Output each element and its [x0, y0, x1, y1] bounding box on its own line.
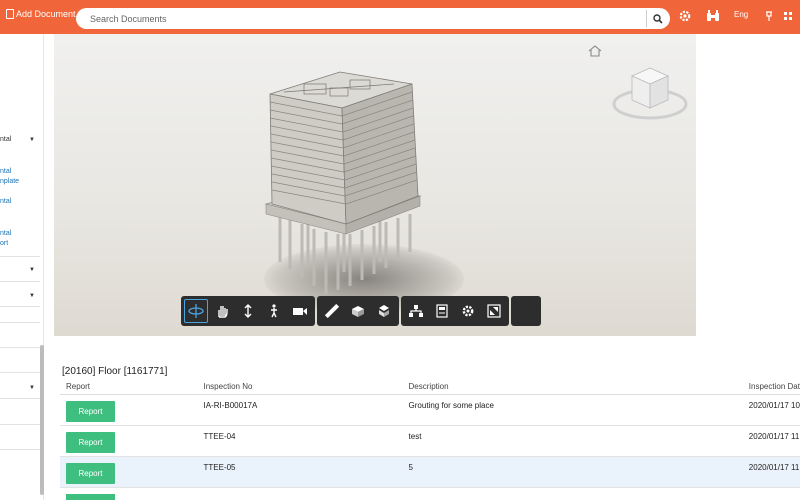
sidebar-link[interactable]: ntal: [0, 167, 11, 177]
properties-button[interactable]: [430, 299, 454, 323]
report-button[interactable]: Report: [66, 400, 115, 422]
table-row[interactable]: Report IA-RI-B00017A Grouting for some p…: [60, 394, 800, 426]
search-icon: [652, 13, 663, 24]
zoom-icon: [244, 304, 252, 318]
language-selector[interactable]: Eng: [734, 10, 748, 19]
sidebar-link[interactable]: nplate: [0, 177, 19, 187]
pin-icon: [766, 11, 772, 21]
properties-icon: [436, 304, 448, 318]
divider: [0, 306, 40, 307]
grid-icon: [784, 12, 792, 20]
camera-icon: [293, 308, 307, 315]
add-document-button[interactable]: Add Document: [6, 9, 76, 19]
fullscreen-button[interactable]: [482, 299, 506, 323]
model-browser-button[interactable]: [404, 299, 428, 323]
divider: [0, 322, 40, 323]
walk-button[interactable]: [262, 299, 286, 323]
fullscreen-icon: [487, 304, 501, 318]
inspection-date: 2020/01/17 10: [742, 394, 800, 426]
model-browser-icon: [409, 305, 423, 317]
home-icon[interactable]: [588, 45, 602, 57]
add-document-label: Add Document: [16, 9, 76, 19]
section-icon: [352, 306, 364, 317]
sidebar-section-label: ntal: [0, 136, 12, 143]
column-header: Description: [402, 379, 743, 395]
divider: [0, 281, 40, 282]
settings-tool-button[interactable]: [456, 299, 480, 323]
inspection-no: TTEE-04: [197, 425, 403, 457]
extra-tools: [511, 296, 541, 326]
orbit-button[interactable]: [184, 299, 208, 323]
chevron-down-icon[interactable]: ▼: [29, 385, 35, 391]
settings-button[interactable]: [676, 7, 694, 25]
navigation-tools: [181, 296, 315, 326]
viewer-toolbar: [181, 296, 541, 326]
divider: [0, 347, 40, 348]
explode-icon: [379, 305, 389, 317]
top-bar: Add Document Eng: [0, 0, 800, 34]
search-bar: [76, 8, 670, 29]
measure-button[interactable]: [320, 299, 344, 323]
camera-button[interactable]: [288, 299, 312, 323]
table-row[interactable]: Report TTEE-05 5 2020/01/17 11: [60, 456, 800, 488]
sidebar-link[interactable]: ntal: [0, 229, 11, 239]
document-icon: [6, 9, 14, 19]
description: 5: [402, 456, 743, 488]
pin-button[interactable]: [760, 7, 778, 25]
sidebar-link[interactable]: ort: [0, 239, 8, 249]
pan-button[interactable]: [210, 299, 234, 323]
table-header-row: Report Inspection No Description Inspect…: [60, 379, 800, 395]
divider: [0, 398, 40, 399]
divider: [0, 424, 40, 425]
description: test: [402, 425, 743, 457]
sidebar: ntal ▼ ntal nplate ntal ntal ort ▼ ▼ ▼: [0, 34, 44, 500]
view-cube-icon[interactable]: [610, 56, 690, 128]
divider: [0, 449, 40, 450]
model-tools: [317, 296, 399, 326]
report-button-partial[interactable]: [66, 494, 115, 500]
binoculars-button[interactable]: [704, 7, 722, 25]
inspection-date: 2020/01/17 11: [742, 425, 800, 457]
walk-icon: [271, 304, 277, 318]
inspection-no: TTEE-05: [197, 456, 403, 488]
column-header: Inspection No: [197, 379, 403, 395]
settings-icon: [462, 305, 474, 317]
chevron-down-icon[interactable]: ▼: [29, 293, 35, 299]
inspection-table: Report Inspection No Description Inspect…: [60, 379, 800, 488]
divider: [0, 372, 40, 373]
building-model: [264, 71, 422, 294]
gear-icon: [679, 10, 691, 22]
blank-tool-button[interactable]: [514, 299, 538, 323]
extension-tools: [401, 296, 509, 326]
pan-icon: [218, 306, 228, 318]
zoom-button[interactable]: [236, 299, 260, 323]
grid-button[interactable]: [779, 7, 797, 25]
column-header: Inspection Dat: [742, 379, 800, 395]
inspection-date: 2020/01/17 11: [742, 456, 800, 488]
search-button[interactable]: [646, 10, 668, 27]
orbit-icon: [188, 304, 204, 318]
floor-title: [20160] Floor [1161771]: [62, 366, 168, 377]
binoculars-icon: [707, 10, 719, 21]
chevron-down-icon[interactable]: ▼: [29, 267, 35, 273]
sidebar-scrollbar[interactable]: [40, 345, 44, 495]
description: Grouting for some place: [402, 394, 743, 426]
report-button[interactable]: Report: [66, 462, 115, 484]
sidebar-link[interactable]: ntal: [0, 197, 11, 207]
explode-button[interactable]: [372, 299, 396, 323]
column-header: Report: [60, 379, 198, 395]
search-input[interactable]: [90, 11, 630, 26]
measure-icon: [325, 304, 339, 318]
section-button[interactable]: [346, 299, 370, 323]
chevron-down-icon[interactable]: ▼: [29, 137, 35, 143]
report-button[interactable]: Report: [66, 431, 115, 453]
inspection-no: IA-RI-B00017A: [197, 394, 403, 426]
table-row[interactable]: Report TTEE-04 test 2020/01/17 11: [60, 425, 800, 457]
divider: [0, 256, 40, 257]
model-viewer[interactable]: [54, 34, 696, 336]
